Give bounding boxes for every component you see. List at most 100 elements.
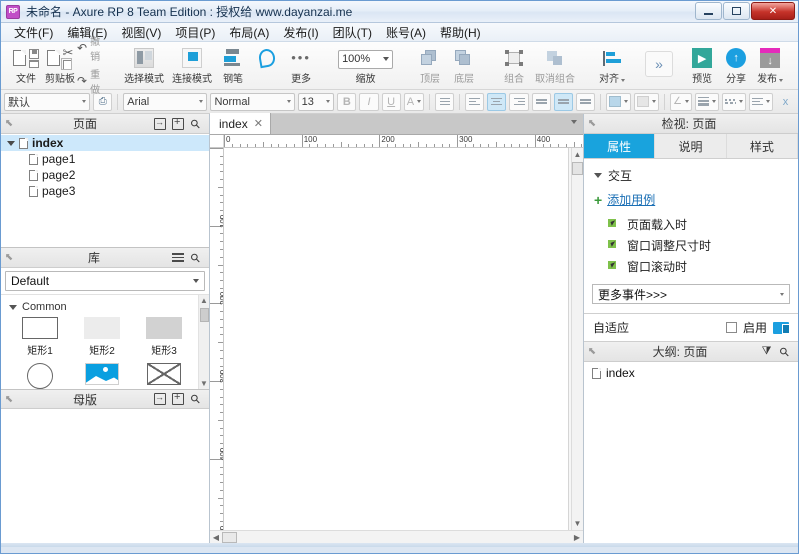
- select-mode-button[interactable]: 选择模式: [120, 45, 168, 85]
- tab-notes[interactable]: 说明: [655, 134, 726, 158]
- line-arrow-button[interactable]: [749, 93, 773, 111]
- align-center-button[interactable]: [487, 93, 506, 111]
- add-case-row[interactable]: + 添加用例: [584, 190, 798, 214]
- page-tree-item-page2[interactable]: page2: [23, 167, 209, 183]
- bullet-list-button[interactable]: [435, 93, 454, 111]
- search-icon[interactable]: ⚲: [189, 117, 202, 130]
- canvas-horizontal-scrollbar[interactable]: ◀ ▶: [210, 530, 583, 543]
- clipboard-button[interactable]: ✂ 剪贴板: [43, 45, 77, 85]
- align-left-button[interactable]: [465, 93, 484, 111]
- connect-mode-button[interactable]: 连接模式: [168, 45, 216, 85]
- font-family-select[interactable]: Arial: [123, 93, 207, 111]
- scroll-thumb[interactable]: [572, 162, 583, 175]
- more-tools-button[interactable]: ••• 更多: [284, 45, 318, 85]
- page-tree-item-index[interactable]: index: [1, 135, 209, 151]
- library-scrollbar[interactable]: ▲ ▼: [198, 295, 209, 389]
- scroll-up-icon[interactable]: ▲: [574, 148, 582, 159]
- align-button[interactable]: 对齐: [595, 45, 629, 85]
- tab-overflow-chevron-icon[interactable]: [571, 120, 577, 124]
- redo-button[interactable]: ↷ 重做: [77, 66, 104, 96]
- library-select[interactable]: Default: [5, 271, 205, 291]
- interactions-header[interactable]: 交互: [584, 165, 798, 190]
- search-icon[interactable]: ⚲: [778, 345, 791, 358]
- align-right-button[interactable]: [509, 93, 528, 111]
- collapse-arrow-icon[interactable]: ⬉: [1, 252, 17, 263]
- search-icon[interactable]: ⚲: [189, 393, 202, 406]
- italic-button[interactable]: I: [359, 93, 378, 111]
- font-size-select[interactable]: 13: [298, 93, 335, 111]
- close-icon[interactable]: ✕: [254, 117, 263, 130]
- pen-tool-button[interactable]: 钢笔: [250, 45, 284, 85]
- event-window-resize[interactable]: 窗口调整尺寸时: [584, 235, 798, 256]
- send-to-back-button[interactable]: 底层: [447, 45, 481, 85]
- maximize-button[interactable]: [723, 2, 750, 20]
- widget-circle[interactable]: [9, 363, 71, 389]
- scroll-thumb[interactable]: [200, 308, 209, 322]
- tab-style[interactable]: 样式: [727, 134, 798, 158]
- adaptive-views-icon[interactable]: [773, 322, 789, 334]
- collapse-arrow-icon[interactable]: ⬉: [1, 394, 17, 405]
- filter-icon[interactable]: ⧩: [760, 345, 773, 358]
- pen-button[interactable]: 钢笔: [216, 45, 250, 85]
- scroll-right-icon[interactable]: ▶: [571, 533, 583, 542]
- file-button[interactable]: 文件: [9, 45, 43, 85]
- preview-button[interactable]: ▶ 预览: [685, 45, 719, 85]
- canvas-viewport[interactable]: [224, 148, 571, 530]
- valign-top-button[interactable]: [532, 93, 551, 111]
- add-folder-icon[interactable]: [171, 117, 184, 130]
- menu-account[interactable]: 账号(A): [379, 22, 433, 43]
- add-page-icon[interactable]: [153, 117, 166, 130]
- page-tree-item-page3[interactable]: page3: [23, 183, 209, 199]
- menu-publish[interactable]: 发布(I): [276, 22, 325, 43]
- widget-rect2[interactable]: 矩形2: [71, 317, 133, 357]
- scroll-down-icon[interactable]: ▼: [200, 378, 208, 389]
- scroll-up-icon[interactable]: ▲: [200, 295, 208, 306]
- font-weight-select[interactable]: Normal: [210, 93, 294, 111]
- add-master-icon[interactable]: [153, 393, 166, 406]
- underline-button[interactable]: U: [382, 93, 401, 111]
- zoom-select[interactable]: 100%: [338, 50, 393, 69]
- scroll-thumb[interactable]: [222, 532, 237, 543]
- adaptive-enable-checkbox[interactable]: [726, 322, 737, 333]
- line-dash-button[interactable]: [722, 93, 746, 111]
- menu-project[interactable]: 项目(P): [168, 22, 222, 43]
- scroll-down-icon[interactable]: ▼: [574, 519, 582, 530]
- minimize-button[interactable]: [695, 2, 722, 20]
- tab-properties[interactable]: 属性: [584, 134, 655, 158]
- menu-layout[interactable]: 布局(A): [222, 22, 276, 43]
- event-window-scroll[interactable]: 窗口滚动时: [584, 256, 798, 277]
- collapse-arrow-icon[interactable]: ⬉: [584, 118, 600, 129]
- library-group-common[interactable]: Common: [9, 301, 198, 313]
- shadow-button[interactable]: [634, 93, 659, 111]
- close-button[interactable]: ✕: [751, 2, 795, 20]
- group-button[interactable]: 组合: [497, 45, 531, 85]
- canvas-tab-index[interactable]: index ✕: [210, 113, 271, 134]
- menu-view[interactable]: 视图(V): [114, 22, 168, 43]
- search-icon[interactable]: ⚲: [189, 251, 202, 264]
- widget-image[interactable]: [71, 363, 133, 389]
- valign-middle-button[interactable]: [554, 93, 573, 111]
- scroll-left-icon[interactable]: ◀: [210, 533, 222, 542]
- line-color-button[interactable]: ∠: [670, 93, 692, 111]
- bold-button[interactable]: B: [337, 93, 356, 111]
- share-button[interactable]: ↑ 分享: [719, 45, 753, 85]
- widget-rect1[interactable]: 矩形1: [9, 317, 71, 357]
- bring-to-front-button[interactable]: 顶层: [413, 45, 447, 85]
- more-events-select[interactable]: 更多事件>>>: [592, 284, 790, 304]
- add-folder-icon[interactable]: [171, 393, 184, 406]
- menu-team[interactable]: 团队(T): [326, 22, 379, 43]
- menu-help[interactable]: 帮助(H): [433, 22, 488, 43]
- widget-rect3[interactable]: 矩形3: [133, 317, 195, 357]
- zoom-control[interactable]: 100% 缩放: [334, 45, 397, 85]
- font-color-button[interactable]: A: [404, 93, 424, 111]
- canvas-vertical-scrollbar[interactable]: ▲ ▼: [571, 148, 583, 530]
- page-tree-item-page1[interactable]: page1: [23, 151, 209, 167]
- widget-placeholder[interactable]: [133, 363, 195, 389]
- expand-triangle-icon[interactable]: [7, 141, 15, 146]
- add-case-link[interactable]: 添加用例: [607, 191, 655, 208]
- clear-style-button[interactable]: x: [776, 93, 795, 111]
- collapse-arrow-icon[interactable]: ⬉: [1, 118, 17, 129]
- publish-button[interactable]: ↓ 发布: [753, 45, 787, 85]
- menu-file[interactable]: 文件(F): [7, 22, 60, 43]
- event-page-load[interactable]: 页面载入时: [584, 214, 798, 235]
